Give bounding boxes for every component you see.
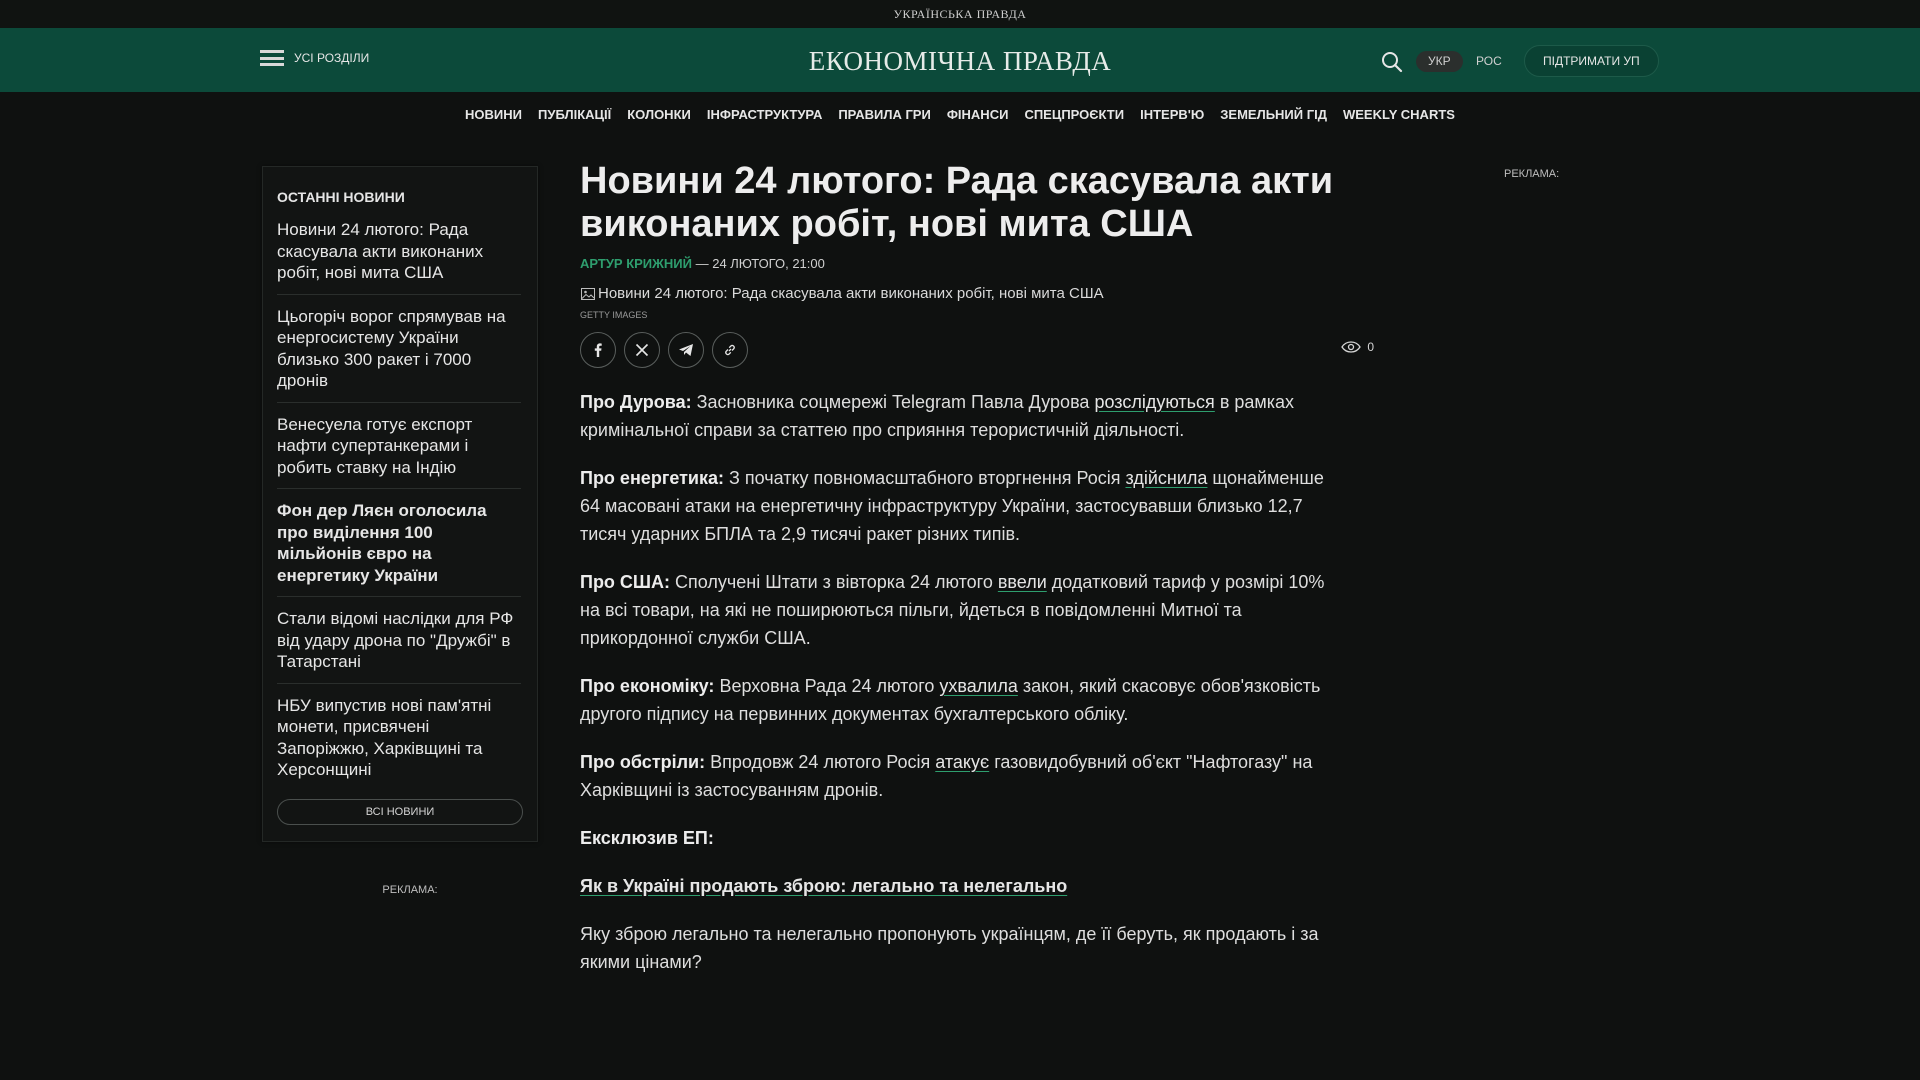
- byline: АРТУР КРИЖНИЙ — 24 ЛЮТОГО, 21:00: [580, 256, 1340, 271]
- eye-icon: [1341, 341, 1362, 353]
- main-nav: НОВИНИ ПУБЛІКАЦІЇ КОЛОНКИ ІНФРАСТРУКТУРА…: [0, 92, 1920, 136]
- hamburger-icon: [260, 50, 284, 66]
- inline-link[interactable]: ввели: [998, 572, 1047, 592]
- paragraph-label: Про економіку:: [580, 676, 715, 696]
- paragraph-text: Сполучені Штати з вівторка 24 лютого: [670, 572, 998, 592]
- exclusive-link-paragraph: Як в Україні продають зброю: легально та…: [580, 872, 1340, 900]
- list-item[interactable]: Цьогоріч ворог спрямував на енергосистем…: [277, 306, 521, 403]
- paragraph-text: Верховна Рада 24 лютого: [714, 676, 940, 696]
- inline-link[interactable]: атакує: [935, 752, 989, 772]
- inline-link[interactable]: ухвалила: [939, 676, 1017, 696]
- lang-rus-button[interactable]: РОС: [1464, 51, 1514, 72]
- nav-item-finance[interactable]: ФІНАНСИ: [947, 107, 1009, 122]
- paragraph-energy: Про енергетика: З початку повномасштабно…: [580, 464, 1340, 548]
- paragraph-durov: Про Дурова: Засновника соцмережі Telegra…: [580, 388, 1340, 444]
- ad-label-right: РЕКЛАМА:: [1504, 168, 1560, 180]
- image-credit: GETTY IMAGES: [580, 310, 648, 320]
- article-body: Про Дурова: Засновника соцмережі Telegra…: [580, 388, 1340, 976]
- telegram-icon: [679, 344, 693, 356]
- paragraph-label: Про енергетика:: [580, 468, 724, 488]
- top-brand-bar: УКРАЇНСЬКА ПРАВДА: [0, 0, 1920, 28]
- all-news-button[interactable]: ВСІ НОВИНИ: [277, 798, 523, 825]
- nav-item-special-projects[interactable]: СПЕЦПРОЄКТИ: [1024, 107, 1124, 122]
- list-item[interactable]: Стали відомі наслідки для РФ від удару д…: [277, 608, 521, 684]
- exclusive-lead: Яку зброю легально та нелегально пропону…: [580, 924, 1319, 972]
- list-item[interactable]: Венесуела готує експорт нафти супертанке…: [277, 414, 521, 489]
- paragraph-text: Впродовж 24 лютого Росія: [705, 752, 936, 772]
- copy-link-button[interactable]: [712, 332, 748, 368]
- article-title: Новини 24 лютого: Рада скасувала акти ви…: [580, 160, 1334, 245]
- site-header: УСІ РОЗДІЛИ ЕКОНОМІЧНА ПРАВДА УКР РОС ПІ…: [0, 28, 1920, 92]
- broken-image-icon: [581, 287, 595, 300]
- search-icon[interactable]: [1380, 50, 1404, 74]
- nav-item-land-guide[interactable]: ЗЕМЕЛЬНИЙ ГІД: [1220, 107, 1327, 122]
- paragraph-economy: Про економіку: Верховна Рада 24 лютого у…: [580, 672, 1340, 728]
- share-bar: 0: [580, 332, 1374, 368]
- exclusive-heading: Ексклюзив ЕП:: [580, 824, 1340, 852]
- exclusive-label: Ексклюзив ЕП:: [580, 828, 714, 848]
- nav-item-infrastructure[interactable]: ІНФРАСТРУКТУРА: [707, 107, 822, 122]
- views-count: 0: [1367, 340, 1374, 354]
- nav-item-interview[interactable]: ІНТЕРВ'Ю: [1140, 107, 1204, 122]
- all-sections-menu-button[interactable]: УСІ РОЗДІЛИ: [260, 50, 369, 66]
- link-icon: [725, 344, 735, 356]
- latest-news-sidebar: ОСТАННІ НОВИНИ Новини 24 лютого: Рада ск…: [262, 166, 538, 842]
- nav-item-weekly-charts[interactable]: WEEKLY CHARTS: [1343, 107, 1455, 122]
- lang-ukr-button[interactable]: УКР: [1416, 51, 1463, 72]
- facebook-share-button[interactable]: [580, 332, 616, 368]
- hero-image: Новини 24 лютого: Рада скасувала акти ви…: [580, 285, 1340, 302]
- article: Новини 24 лютого: Рада скасувала акти ви…: [580, 160, 1374, 996]
- latest-news-title: ОСТАННІ НОВИНИ: [277, 189, 405, 205]
- exclusive-article-link[interactable]: Як в Україні продають зброю: легально та…: [580, 876, 1067, 896]
- publish-date: — 24 ЛЮТОГО, 21:00: [691, 256, 825, 271]
- paragraph-label: Про обстріли:: [580, 752, 706, 772]
- paragraph-usa: Про США: Сполучені Штати з вівторка 24 л…: [580, 568, 1340, 652]
- list-item[interactable]: НБУ випустив нові пам'ятні монети, присв…: [277, 695, 521, 791]
- paragraph-text: З початку повномасштабного вторгнення Ро…: [723, 468, 1126, 488]
- facebook-icon: [594, 343, 602, 357]
- telegram-share-button[interactable]: [668, 332, 704, 368]
- inline-link[interactable]: здійснила: [1125, 468, 1207, 488]
- x-icon: [635, 343, 649, 357]
- nav-item-news[interactable]: НОВИНИ: [465, 107, 522, 122]
- list-item[interactable]: Новини 24 лютого: Рада скасувала акти ви…: [277, 219, 521, 295]
- author-link[interactable]: АРТУР КРИЖНИЙ: [580, 256, 692, 271]
- up-brand-link[interactable]: УКРАЇНСЬКА ПРАВДА: [894, 7, 1027, 22]
- x-share-button[interactable]: [624, 332, 660, 368]
- nav-item-publications[interactable]: ПУБЛІКАЦІЇ: [538, 107, 611, 122]
- paragraph-text: Засновника соцмережі Telegram Павла Дуро…: [691, 392, 1095, 412]
- paragraph-attacks: Про обстріли: Впродовж 24 лютого Росія а…: [580, 748, 1340, 804]
- nav-item-columns[interactable]: КОЛОНКИ: [627, 107, 691, 122]
- inline-link[interactable]: розслідуються: [1094, 392, 1214, 412]
- hero-image-alt: Новини 24 лютого: Рада скасувала акти ви…: [598, 285, 1104, 302]
- nav-item-rules[interactable]: ПРАВИЛА ГРИ: [838, 107, 931, 122]
- views-counter: 0: [1341, 340, 1374, 354]
- support-button[interactable]: ПІДТРИМАТИ УП: [1524, 45, 1659, 77]
- paragraph-label: Про США:: [580, 572, 671, 592]
- paragraph-label: Про Дурова:: [580, 392, 692, 412]
- ad-label-left: РЕКЛАМА:: [382, 884, 438, 896]
- all-sections-label: УСІ РОЗДІЛИ: [294, 51, 370, 65]
- list-item[interactable]: Фон дер Ляєн оголосила про виділення 100…: [277, 500, 521, 597]
